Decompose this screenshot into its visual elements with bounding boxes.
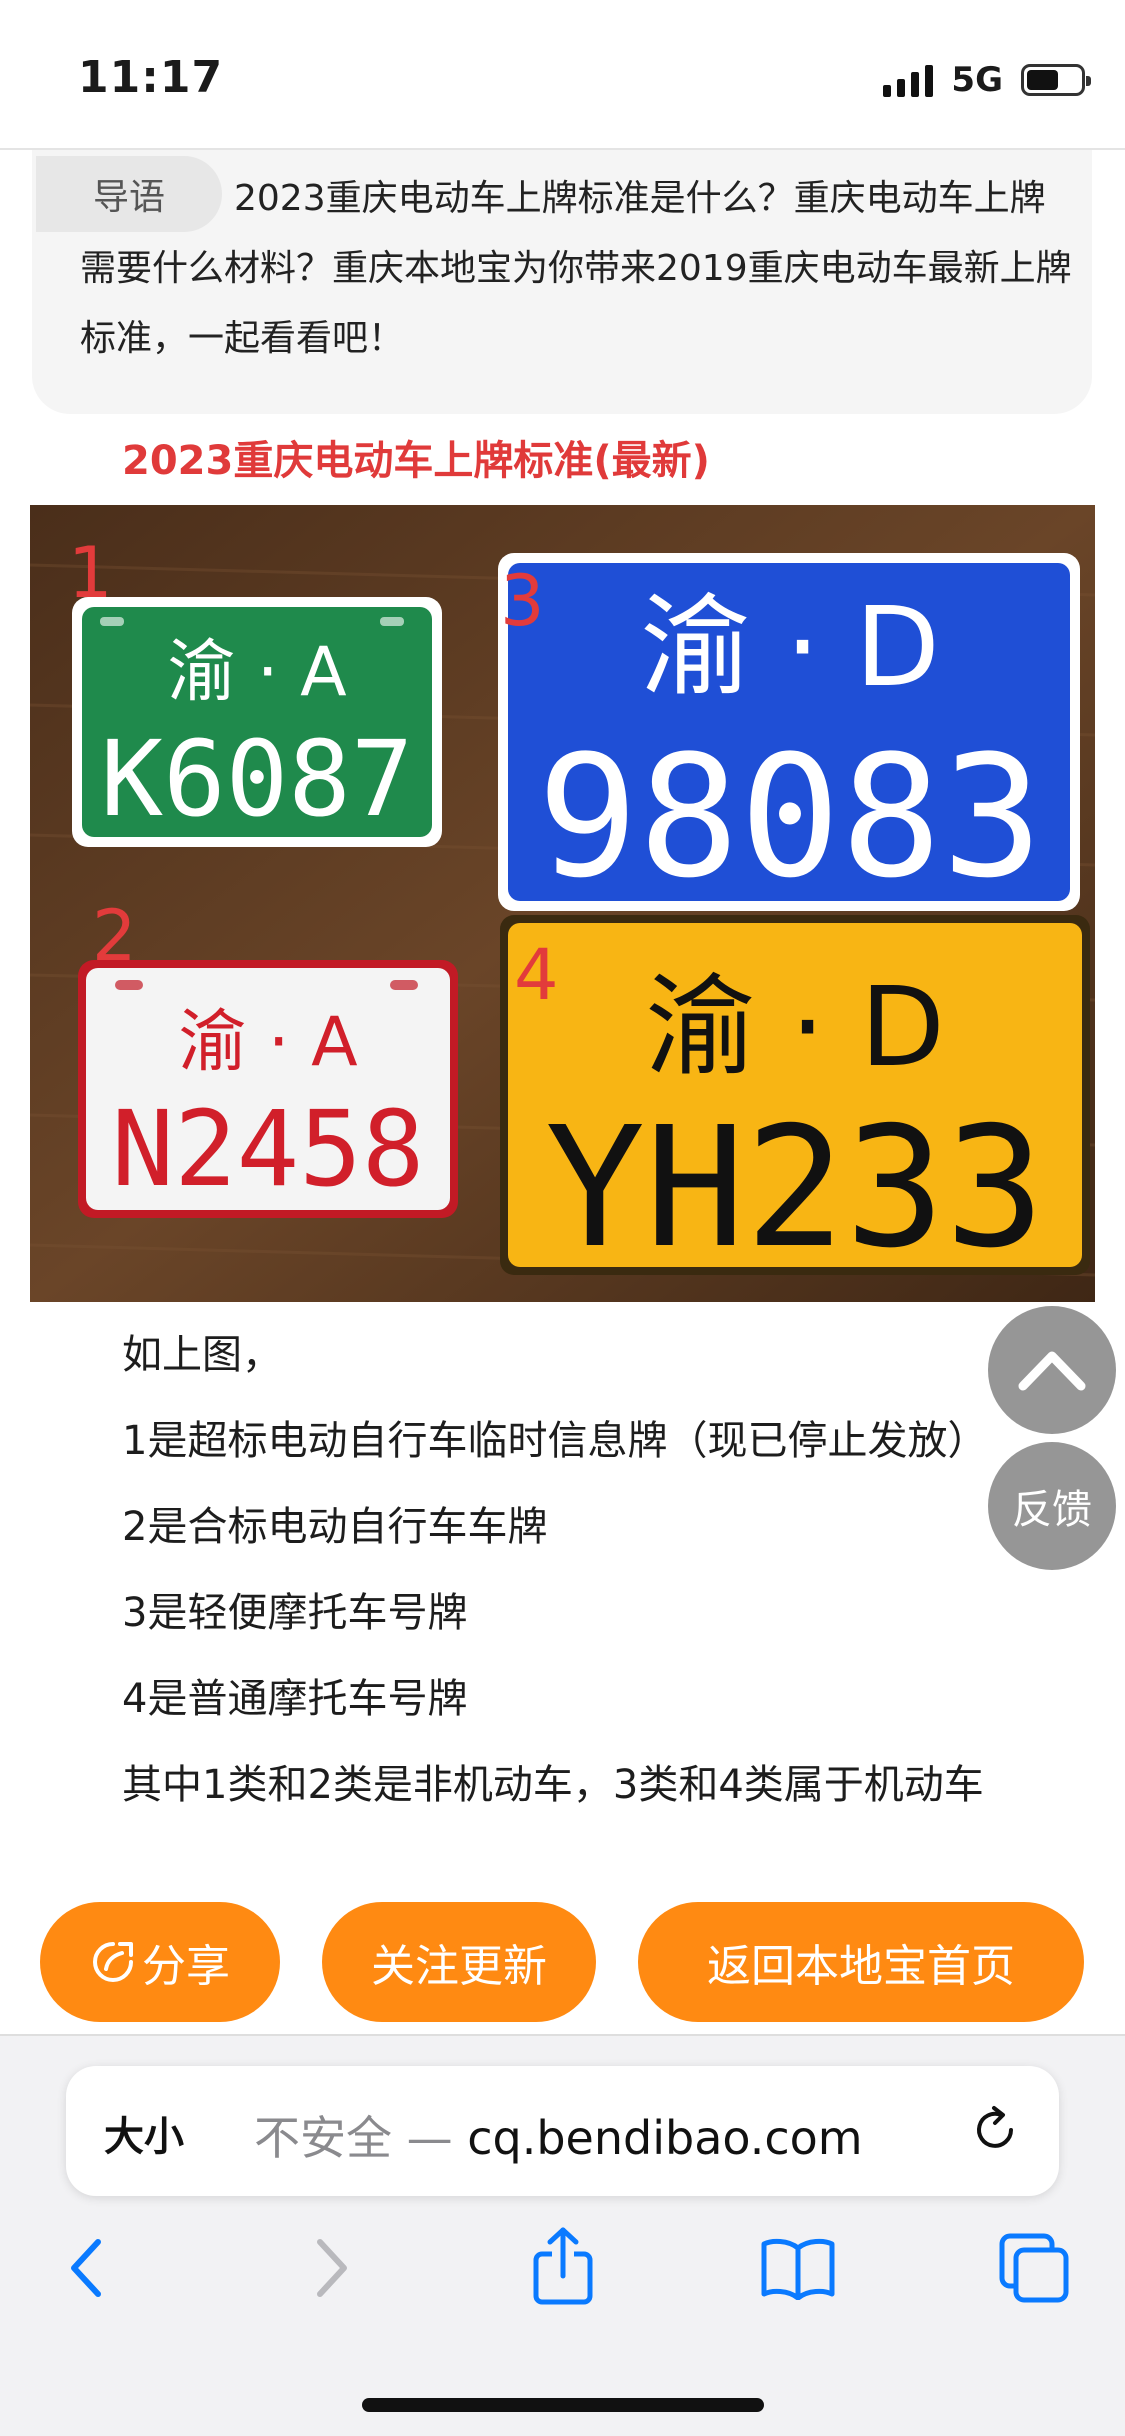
battery-icon	[1021, 64, 1091, 96]
share-icon[interactable]	[528, 2226, 598, 2306]
plate-2-number: N2458	[111, 1088, 424, 1210]
address-bar[interactable]: 大小 不安全 — cq.bendibao.com	[66, 2066, 1059, 2196]
plate-4: 渝 · D YH233 4	[500, 915, 1090, 1285]
bookmarks-icon[interactable]	[758, 2236, 838, 2300]
share-article-label: 分享	[142, 1941, 230, 1992]
back-icon[interactable]	[62, 2236, 114, 2300]
body-line-3: 2是合标电动自行车车牌	[122, 1504, 548, 1550]
article-subtitle: 2023重庆电动车上牌标准(最新)	[122, 438, 710, 484]
plate-3-number: 98083	[537, 719, 1043, 915]
cellular-signal-icon	[883, 63, 934, 97]
follow-updates-button[interactable]: 关注更新	[322, 1902, 596, 2022]
plate-3-region: 渝 · D	[640, 583, 940, 711]
forward-icon[interactable]	[304, 2236, 356, 2300]
url-display[interactable]: 不安全 — cq.bendibao.com	[254, 2102, 863, 2168]
body-line-4: 3是轻便摩托车号牌	[122, 1590, 468, 1636]
share-article-button[interactable]: 分享	[40, 1902, 280, 2022]
plate-4-label: 4	[514, 934, 559, 1016]
plate-1-number: K6087	[100, 718, 413, 840]
plate-1-label: 1	[68, 532, 113, 614]
text-size-button[interactable]: 大小	[104, 2104, 184, 2162]
scroll-top-button[interactable]	[988, 1306, 1116, 1434]
plate-3: 渝 · D 98083 3	[498, 553, 1080, 915]
body-line-1: 如上图，	[122, 1332, 282, 1378]
intro-text: 2023重庆电动车上牌标准是什么？重庆电动车上牌需要什么材料？重庆本地宝为你带来…	[80, 178, 1072, 359]
browser-toolbar: 大小 不安全 — cq.bendibao.com	[0, 2034, 1125, 2436]
intro-box: 2023重庆电动车上牌标准是什么？重庆电动车上牌需要什么材料？重庆本地宝为你带来…	[32, 150, 1092, 414]
body-line-2: 1是超标电动自行车临时信息牌（现已停止发放）	[122, 1418, 988, 1464]
plate-3-label: 3	[500, 560, 545, 642]
feedback-button[interactable]: 反馈	[988, 1442, 1116, 1570]
home-indicator	[362, 2398, 764, 2412]
reload-icon[interactable]	[967, 2102, 1023, 2158]
insecure-label: 不安全 —	[254, 2111, 453, 2165]
status-bar: 11:17 5G	[0, 0, 1125, 150]
tabs-icon[interactable]	[998, 2232, 1070, 2304]
plate-2-label: 2	[92, 895, 137, 977]
url-domain: cq.bendibao.com	[467, 2111, 863, 2165]
plate-4-number: YH233	[545, 1092, 1045, 1285]
body-line-6: 其中1类和2类是非机动车，3类和4类属于机动车	[122, 1762, 984, 1808]
chevron-up-icon	[1018, 1351, 1086, 1391]
share-refresh-icon	[93, 1942, 133, 1982]
plate-4-region: 渝 · D	[645, 963, 945, 1091]
back-to-home-button[interactable]: 返回本地宝首页	[638, 1902, 1084, 2022]
license-plates-photo: 渝 · A K6087 1 渝 · A N2458 2 渝 · D 98083 …	[30, 505, 1095, 1302]
plate-1-region: 渝 · A	[167, 633, 346, 712]
status-time: 11:17	[78, 52, 224, 103]
intro-tag: 导语	[36, 156, 222, 232]
body-line-5: 4是普通摩托车号牌	[122, 1676, 468, 1722]
network-type: 5G	[951, 60, 1003, 100]
status-indicators: 5G	[883, 60, 1091, 100]
plate-2-region: 渝 · A	[178, 1003, 357, 1082]
